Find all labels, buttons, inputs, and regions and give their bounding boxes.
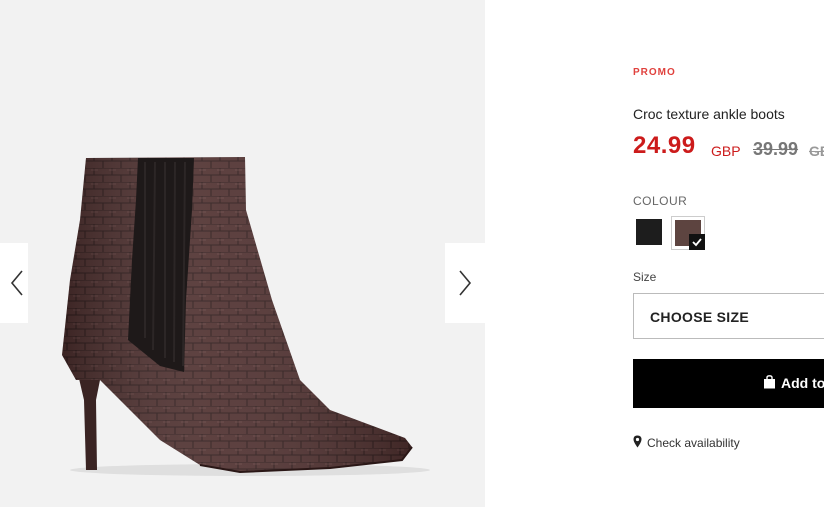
product-image (62, 157, 430, 476)
swatch-color-fill (636, 219, 662, 245)
gallery-next-button[interactable] (445, 243, 485, 323)
chevron-left-icon (10, 270, 23, 296)
product-title: Croc texture ankle boots (633, 106, 785, 122)
chevron-right-icon (459, 270, 472, 296)
add-to-cart-label: Add to (781, 375, 824, 391)
old-price: 39.99 (753, 139, 799, 159)
gallery-prev-button[interactable] (0, 243, 28, 323)
colour-label: COLOUR (633, 194, 688, 208)
size-select[interactable]: CHOOSE SIZE (633, 293, 824, 339)
checkmark-icon (689, 234, 705, 250)
current-price: 24.99 (633, 132, 696, 159)
old-currency: GBP (809, 143, 824, 159)
promo-badge: PROMO (633, 67, 676, 78)
colour-swatch-brown[interactable] (671, 216, 705, 250)
check-availability-label: Check availability (647, 436, 740, 450)
current-currency: GBP (711, 143, 741, 159)
add-to-cart-button[interactable]: Add to (633, 359, 824, 408)
size-select-value: CHOOSE SIZE (650, 309, 749, 325)
colour-swatch-black[interactable] (633, 216, 667, 250)
map-pin-icon (633, 435, 642, 448)
product-gallery (0, 0, 485, 507)
shopping-bag-icon (764, 375, 775, 389)
product-info: PROMO Croc texture ankle boots 24.99 GBP… (633, 0, 824, 507)
size-label: Size (633, 270, 657, 284)
